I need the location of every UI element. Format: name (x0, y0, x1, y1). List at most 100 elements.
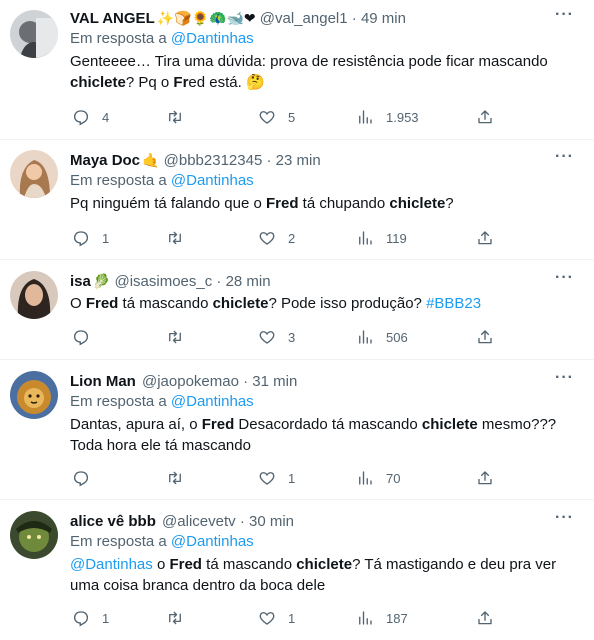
views-count: 506 (386, 329, 408, 345)
author-handle[interactable]: @isasimoes_c (114, 273, 212, 290)
reply-button[interactable] (72, 468, 102, 488)
tweet-text-segment: Dantas, apura aí, o (70, 416, 202, 433)
share-icon (478, 231, 492, 245)
tweet[interactable]: VAL ANGEL ✨🍞🌻🦚🐋❤ @val_angel1 · 49 min ···… (0, 0, 594, 140)
reply-to-mention[interactable]: @Dantinhas (171, 30, 254, 47)
author-handle[interactable]: @bbb2312345 (164, 152, 263, 169)
more-icon[interactable]: ··· (555, 7, 574, 23)
retweet-button[interactable] (166, 107, 196, 127)
views-count: 119 (386, 230, 407, 246)
retweet-icon (169, 471, 181, 485)
tweet-text-segment: ed está. 🤔 (188, 74, 265, 91)
reply-context: Em resposta a @Dantinhas (70, 532, 582, 552)
avatar[interactable] (10, 10, 58, 58)
share-icon (478, 611, 492, 625)
highlighted-term: Fred (265, 195, 299, 212)
views-button[interactable]: 70 (356, 468, 400, 488)
heart-icon (259, 472, 275, 485)
reply-context: Em resposta a @Dantinhas (70, 171, 582, 191)
retweet-button[interactable] (166, 228, 196, 248)
author-handle[interactable]: @jaopokemao (142, 373, 239, 390)
views-button[interactable]: 506 (356, 327, 408, 347)
timestamp[interactable]: 30 min (249, 513, 294, 530)
like-button[interactable]: 5 (258, 107, 295, 127)
tweet[interactable]: isa 🥬 @isasimoes_c · 28 min ··· O Fred tá… (0, 260, 594, 360)
author-name[interactable]: Lion Man (70, 373, 136, 390)
author-name[interactable]: isa (70, 273, 91, 290)
tweet-header: Maya Doc 🤙 @bbb2312345 · 23 min ··· (70, 149, 582, 170)
tweet-text-segment: O (70, 295, 86, 312)
heart-icon (259, 232, 275, 245)
highlighted-term: Fred (85, 295, 119, 312)
author-name[interactable]: Maya Doc (70, 152, 140, 169)
author-handle[interactable]: @val_angel1 (260, 10, 348, 27)
tweet-content: Lion Man @jaopokemao · 31 min ··· Em res… (70, 370, 582, 456)
share-button[interactable] (476, 468, 494, 488)
more-icon[interactable]: ··· (555, 270, 574, 286)
timestamp[interactable]: 49 min (361, 10, 406, 27)
retweet-icon (169, 611, 181, 625)
share-button[interactable] (476, 228, 494, 248)
views-button[interactable]: 1.953 (356, 107, 419, 127)
tweet-text-segment: Desacordado tá mascando (234, 416, 422, 433)
reply-count: 4 (102, 109, 110, 125)
tweet-header: VAL ANGEL ✨🍞🌻🦚🐋❤ @val_angel1 · 49 min ··· (70, 7, 582, 28)
retweet-button[interactable] (166, 468, 196, 488)
share-button[interactable] (476, 107, 494, 127)
timestamp[interactable]: 23 min (276, 152, 321, 169)
reply-context: Em resposta a @Dantinhas (70, 392, 582, 412)
tweet-text: @Dantinhas o Fred tá mascando chiclete? … (70, 554, 582, 596)
highlighted-term: chiclete (296, 556, 353, 573)
like-button[interactable]: 1 (258, 608, 295, 628)
reply-icon (73, 110, 89, 126)
tweet-link[interactable]: #BBB23 (426, 295, 481, 312)
reply-button[interactable]: 4 (72, 107, 109, 127)
like-button[interactable]: 1 (258, 468, 295, 488)
views-button[interactable]: 119 (356, 228, 407, 248)
avatar[interactable] (10, 150, 58, 198)
tweet-text-segment: Toda hora ele tá mascando (70, 437, 251, 454)
reply-to-mention[interactable]: @Dantinhas (171, 533, 254, 550)
tweet[interactable]: alice vê bbb @alicevetv · 30 min ··· Em … (0, 500, 594, 640)
reply-button[interactable] (72, 327, 102, 347)
tweet-text-segment: tá mascando (118, 295, 213, 312)
reply-icon (73, 471, 89, 487)
reply-to-mention[interactable]: @Dantinhas (171, 172, 254, 189)
heart-icon (259, 111, 275, 124)
name-emojis: 🤙 (142, 152, 160, 168)
avatar[interactable] (10, 371, 58, 419)
retweet-icon (169, 231, 181, 245)
share-button[interactable] (476, 608, 494, 628)
action-bar: 4 5 1.953 (70, 107, 510, 127)
tweet[interactable]: Maya Doc 🤙 @bbb2312345 · 23 min ··· Em re… (0, 140, 594, 260)
more-icon[interactable]: ··· (555, 370, 574, 386)
reply-button[interactable]: 1 (72, 608, 109, 628)
like-button[interactable]: 2 (258, 228, 295, 248)
reply-icon (73, 231, 89, 247)
views-button[interactable]: 187 (356, 608, 408, 628)
more-icon[interactable]: ··· (555, 149, 574, 165)
retweet-button[interactable] (166, 327, 196, 347)
tweet[interactable]: Lion Man @jaopokemao · 31 min ··· Em res… (0, 360, 594, 500)
reply-to-mention[interactable]: @Dantinhas (171, 393, 254, 410)
retweet-button[interactable] (166, 608, 196, 628)
views-count: 1.953 (386, 109, 419, 125)
reply-count: 1 (102, 610, 110, 626)
highlighted-term: chiclete (389, 195, 446, 212)
timestamp[interactable]: 31 min (252, 373, 297, 390)
author-name[interactable]: alice vê bbb (70, 513, 156, 530)
action-bar: 1 1 187 (70, 608, 510, 628)
share-button[interactable] (476, 327, 494, 347)
avatar[interactable] (10, 271, 58, 319)
more-icon[interactable]: ··· (555, 510, 574, 526)
highlighted-term: chiclete (421, 416, 478, 433)
avatar[interactable] (10, 511, 58, 559)
author-name[interactable]: VAL ANGEL (70, 10, 155, 27)
like-button[interactable]: 3 (258, 327, 295, 347)
author-handle[interactable]: @alicevetv (162, 513, 236, 530)
reply-prefix: Em resposta a (70, 172, 171, 189)
tweet-text: O Fred tá mascando chiclete? Pode isso p… (70, 293, 582, 314)
timestamp[interactable]: 28 min (226, 273, 271, 290)
reply-button[interactable]: 1 (72, 228, 109, 248)
tweet-link[interactable]: @Dantinhas (70, 556, 153, 573)
